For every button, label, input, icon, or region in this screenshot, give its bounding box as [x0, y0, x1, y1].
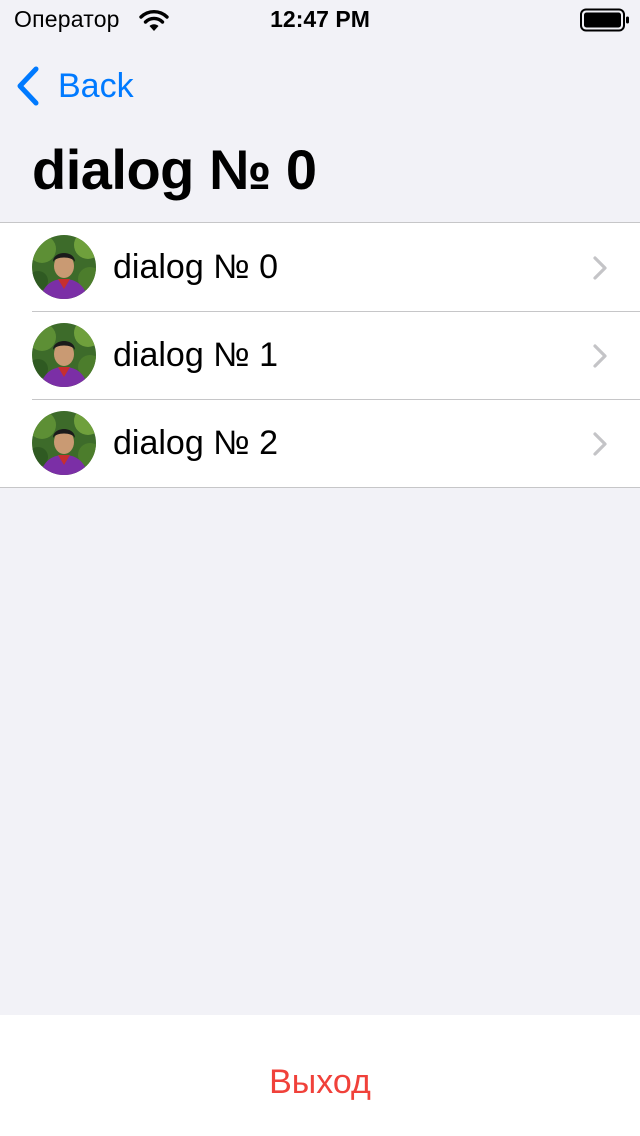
- list-item-label: dialog № 1: [113, 336, 279, 374]
- avatar: [32, 411, 96, 475]
- back-button[interactable]: Back: [14, 62, 134, 110]
- status-bar: Оператор 12:47 PM: [0, 0, 640, 40]
- navigation-bar: Back: [0, 40, 640, 128]
- avatar-photo: [32, 323, 96, 387]
- list-item[interactable]: dialog № 0: [0, 223, 640, 311]
- avatar: [32, 323, 96, 387]
- back-button-label: Back: [58, 66, 134, 105]
- list-item[interactable]: dialog № 1: [0, 311, 640, 399]
- logout-button[interactable]: Выход: [0, 1063, 640, 1102]
- page-title: dialog № 0: [32, 138, 317, 201]
- list-item[interactable]: dialog № 2: [0, 399, 640, 487]
- avatar-photo: [32, 411, 96, 475]
- bottom-toolbar: Выход: [0, 1015, 640, 1136]
- dialog-list: dialog № 0 dialog № 1 dialog № 2: [0, 222, 640, 488]
- battery-full-icon: [580, 8, 629, 32]
- avatar-photo: [32, 235, 96, 299]
- avatar: [32, 235, 96, 299]
- status-time: 12:47 PM: [270, 6, 370, 32]
- list-item-label: dialog № 0: [113, 248, 279, 286]
- chevron-left-icon: [17, 66, 39, 106]
- chevron-right-icon: [593, 256, 607, 280]
- chevron-right-icon: [593, 344, 607, 368]
- list-item-label: dialog № 2: [113, 424, 279, 462]
- chevron-right-icon: [593, 432, 607, 456]
